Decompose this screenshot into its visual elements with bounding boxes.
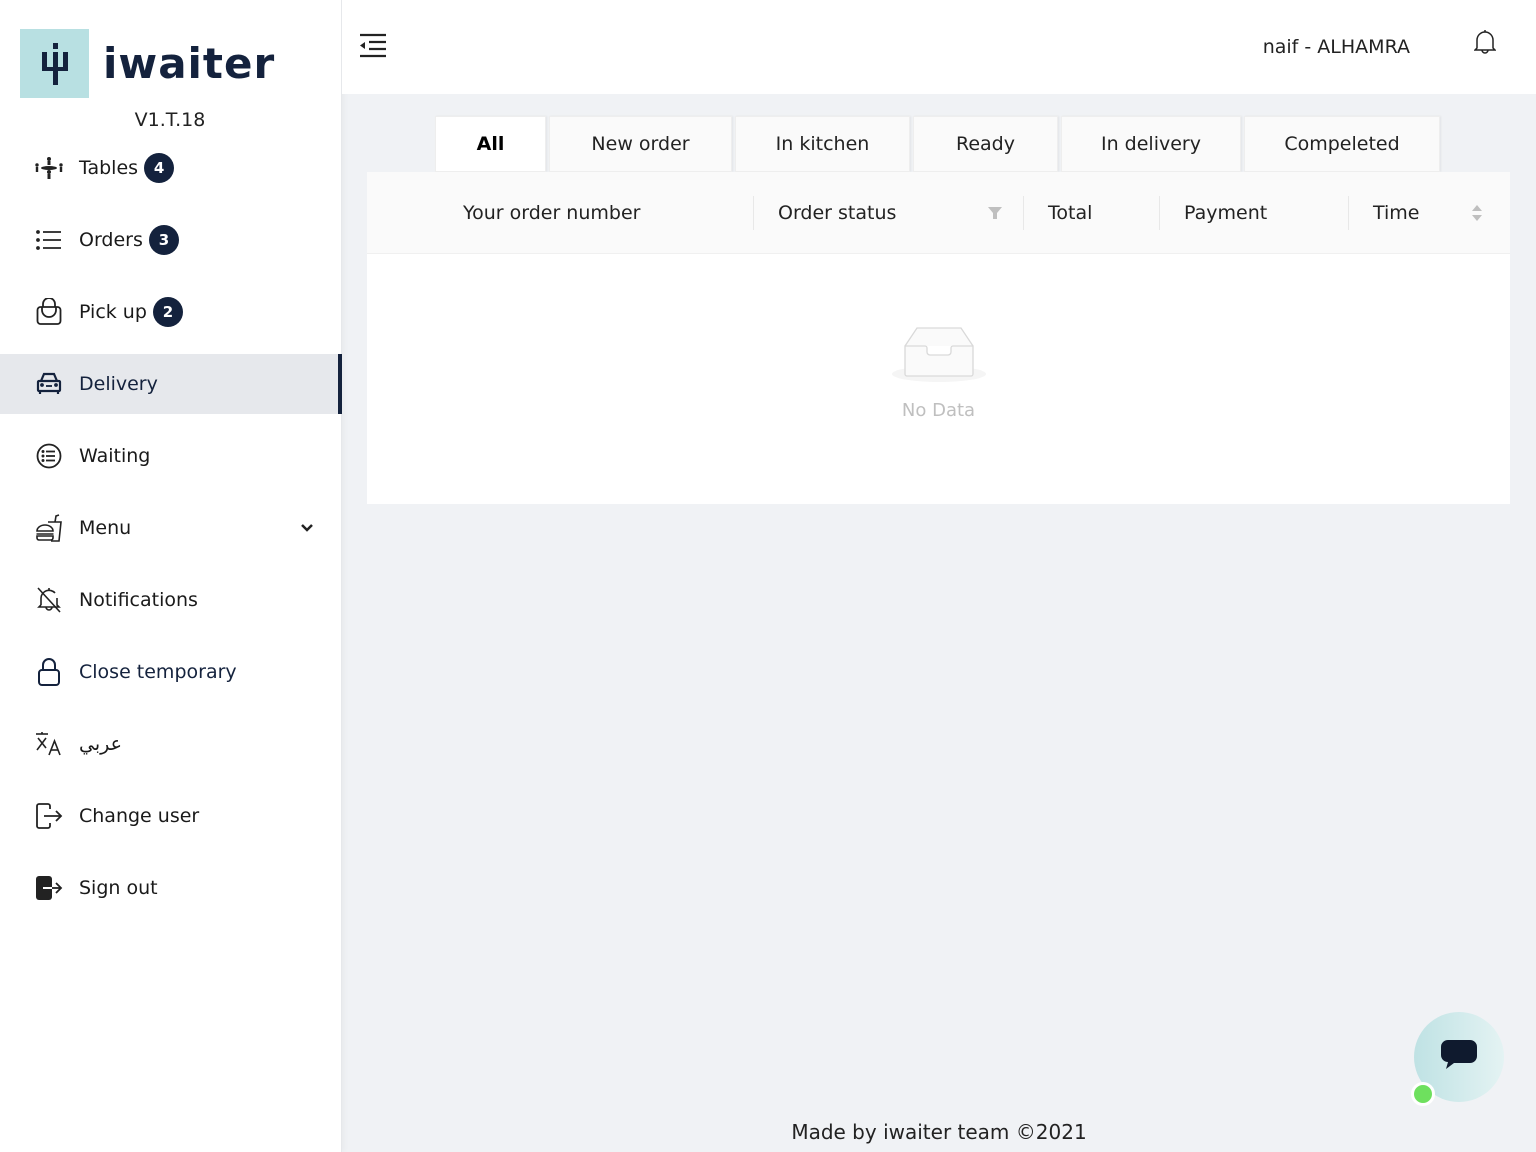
footer-credit: Made by iwaiter team ©2021 — [791, 1120, 1087, 1144]
collapse-sidebar-icon[interactable] — [358, 30, 388, 60]
tab-new-order[interactable]: New order — [549, 116, 732, 172]
lock-icon — [34, 657, 64, 687]
table-header: Your order number Order status Total Pay… — [367, 172, 1510, 254]
sidebar-item-label: Sign out — [79, 877, 158, 899]
sidebar-item-menu[interactable]: Menu — [0, 498, 342, 558]
empty-state: No Data — [367, 322, 1510, 421]
tab-in-delivery[interactable]: In delivery — [1061, 116, 1241, 172]
burger-drink-icon — [34, 513, 64, 543]
sidebar-item-label: Tables — [79, 157, 139, 179]
logo-mark-icon — [20, 29, 89, 98]
column-total: Total — [1048, 202, 1093, 224]
empty-inbox-icon — [891, 322, 987, 390]
sidebar-item-label: Close temporary — [79, 661, 237, 683]
car-icon — [34, 369, 64, 399]
logo-text: iwaiter — [103, 39, 276, 88]
sidebar-item-label: Change user — [79, 805, 200, 827]
orders-table: Your order number Order status Total Pay… — [367, 172, 1510, 504]
sidebar-item-label: Notifications — [79, 589, 198, 611]
logo: iwaiter — [20, 29, 275, 98]
sidebar-item-tables[interactable]: Tables 4 — [0, 138, 342, 198]
orders-count-badge: 3 — [148, 225, 179, 255]
column-divider — [1348, 196, 1349, 230]
sidebar-item-notifications[interactable]: Notifications — [0, 570, 342, 630]
sidebar-item-label: Menu — [79, 517, 132, 539]
sidebar-item-pickup[interactable]: Pick up 2 — [0, 282, 342, 342]
translate-icon — [34, 729, 64, 759]
sidebar-item-waiting[interactable]: Waiting — [0, 426, 342, 486]
column-order-status: Order status — [778, 202, 897, 224]
tab-all[interactable]: All — [435, 116, 546, 172]
sidebar-item-label: Delivery — [79, 373, 158, 395]
current-user[interactable]: naif - ALHAMRA — [1263, 36, 1410, 58]
pickup-count-badge: 2 — [152, 297, 183, 327]
tab-in-kitchen[interactable]: In kitchen — [735, 116, 910, 172]
sidebar-item-close-temporary[interactable]: Close temporary — [0, 642, 342, 702]
chevron-down-icon[interactable] — [300, 520, 314, 539]
sidebar-item-change-user[interactable]: Change user — [0, 786, 342, 846]
tab-completed[interactable]: Compeleted — [1244, 116, 1440, 172]
logout-outline-icon — [34, 801, 64, 831]
logout-filled-icon — [34, 873, 64, 903]
sidebar-item-language[interactable]: عربي — [0, 714, 342, 774]
sort-icon[interactable] — [1471, 172, 1483, 254]
top-header: naif - ALHAMRA — [342, 0, 1536, 94]
sidebar-nav: Tables 4 Orders 3 Pick up 2 Delivery Wai… — [0, 138, 342, 930]
sidebar-item-label: Orders — [79, 229, 143, 251]
bell-off-icon — [34, 585, 64, 615]
empty-state-text: No Data — [901, 400, 976, 421]
column-order-number: Your order number — [463, 202, 641, 224]
column-divider — [753, 196, 754, 230]
shopping-bag-icon — [34, 297, 64, 327]
tab-ready[interactable]: Ready — [913, 116, 1058, 172]
column-payment: Payment — [1184, 202, 1268, 224]
bell-icon[interactable] — [1473, 28, 1497, 60]
dining-table-icon — [34, 153, 64, 183]
sidebar-item-delivery[interactable]: Delivery — [0, 354, 342, 414]
online-status-indicator — [1411, 1082, 1435, 1106]
sidebar: iwaiter V1.T.18 Tables 4 Orders 3 Pick u… — [0, 0, 342, 1152]
column-time[interactable]: Time — [1373, 172, 1420, 254]
app-version: V1.T.18 — [134, 109, 206, 131]
column-divider — [1159, 196, 1160, 230]
tables-count-badge: 4 — [144, 153, 175, 183]
order-status-tabs: All New order In kitchen Ready In delive… — [435, 116, 1443, 172]
sidebar-item-label: عربي — [79, 733, 122, 755]
sidebar-item-label: Pick up — [79, 301, 147, 323]
chat-bubble-icon — [1440, 1038, 1478, 1076]
filter-icon[interactable] — [987, 172, 1003, 254]
circle-list-icon — [34, 441, 64, 471]
sidebar-item-orders[interactable]: Orders 3 — [0, 210, 342, 270]
list-icon — [34, 225, 64, 255]
sidebar-item-sign-out[interactable]: Sign out — [0, 858, 342, 918]
sidebar-item-label: Waiting — [79, 445, 151, 467]
column-divider — [1023, 196, 1024, 230]
